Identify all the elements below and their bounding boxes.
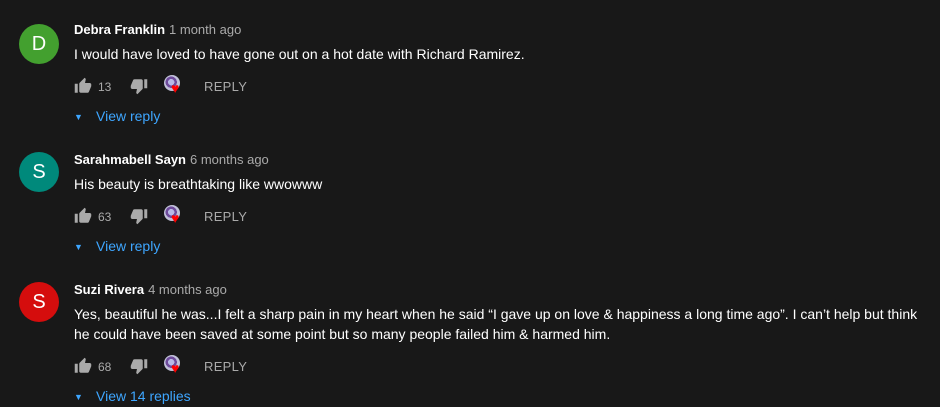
view-replies-label: View 14 replies [96,388,191,404]
comment-header: Sarahmabell Sayn 6 months ago [74,151,269,169]
avatar[interactable]: D [19,24,59,64]
chevron-down-icon: ▼ [74,112,83,122]
like-count: 68 [98,360,112,374]
creator-heart: ♥ [164,205,190,229]
creator-heart: ♥ [164,355,190,379]
comment-text: I would have loved to have gone out on a… [74,46,525,62]
thumb-up-icon[interactable] [74,207,94,227]
comment-timestamp[interactable]: 6 months ago [190,152,269,167]
view-replies-label: View reply [96,108,161,124]
reply-button[interactable]: REPLY [204,80,247,94]
thumb-up-icon[interactable] [74,77,94,97]
reply-button[interactable]: REPLY [204,360,247,374]
avatar[interactable]: S [19,152,59,192]
thumb-down-icon[interactable] [130,207,150,227]
avatar[interactable]: S [19,282,59,322]
thumb-down-icon[interactable] [130,357,150,377]
chevron-down-icon: ▼ [74,242,83,252]
view-replies-button[interactable]: ▼ View reply [74,236,160,256]
view-replies-label: View reply [96,238,161,254]
chevron-down-icon: ▼ [74,392,83,402]
creator-heart: ♥ [164,75,190,99]
comment-text: Yes, beautiful he was...I felt a sharp p… [74,306,918,342]
like-count: 13 [98,80,112,94]
comment-text: His beauty is breathtaking like wwowww [74,176,323,192]
like-count: 63 [98,210,112,224]
comment-actions: 63 ♥ REPLY [74,205,374,231]
heart-icon: ♥ [171,80,180,96]
view-replies-button[interactable]: ▼ View 14 replies [74,386,191,406]
thumb-down-icon[interactable] [130,77,150,97]
view-replies-button[interactable]: ▼ View reply [74,106,160,126]
comment-timestamp[interactable]: 1 month ago [169,22,241,37]
thumb-up-icon[interactable] [74,357,94,377]
comment-actions: 13 ♥ REPLY [74,75,374,101]
comment-header: Suzi Rivera 4 months ago [74,281,227,299]
comment-timestamp[interactable]: 4 months ago [148,282,227,297]
heart-icon: ♥ [171,360,180,376]
author-name[interactable]: Sarahmabell Sayn [74,152,186,167]
heart-icon: ♥ [171,210,180,226]
comment-header: Debra Franklin 1 month ago [74,21,241,39]
comment-actions: 68 ♥ REPLY [74,355,374,381]
author-name[interactable]: Debra Franklin [74,22,165,37]
reply-button[interactable]: REPLY [204,210,247,224]
author-name[interactable]: Suzi Rivera [74,282,144,297]
